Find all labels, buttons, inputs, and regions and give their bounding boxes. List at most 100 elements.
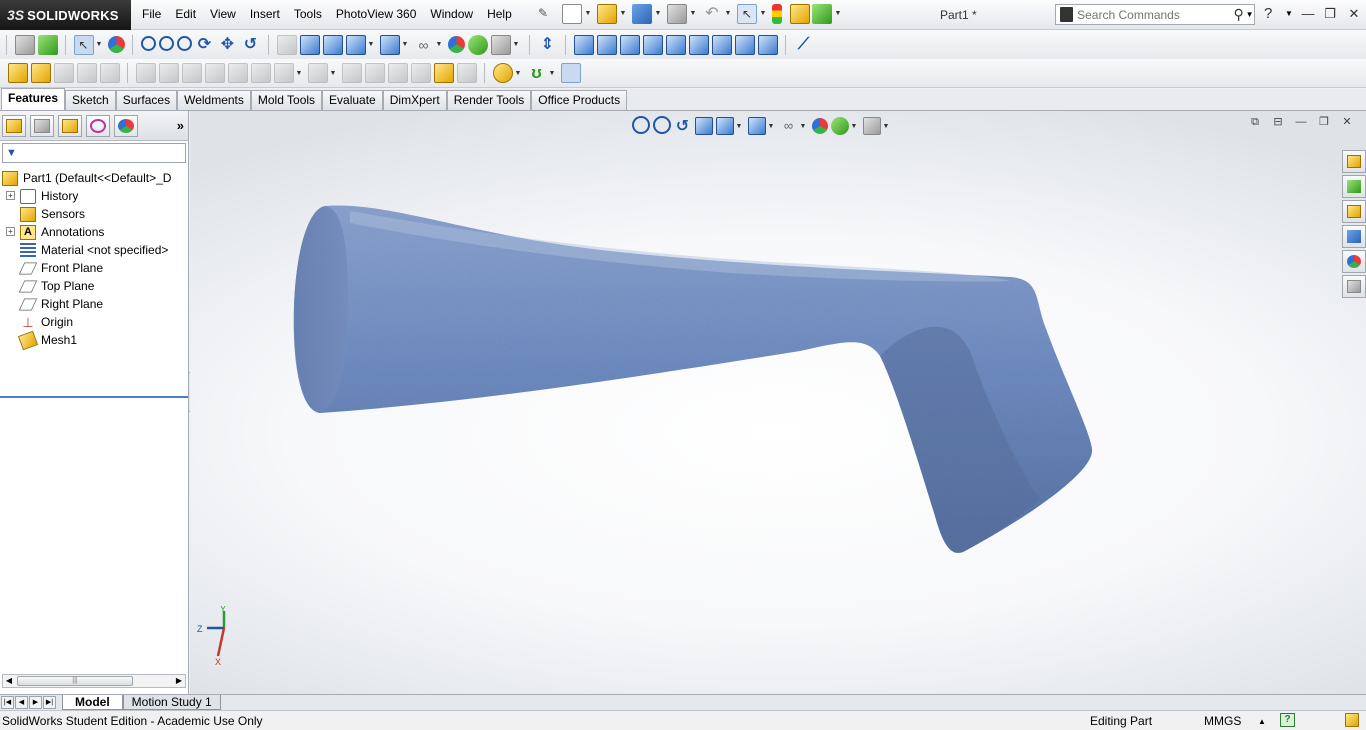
tree-item-history[interactable]: + History (0, 187, 188, 205)
menu-file[interactable]: File (142, 7, 161, 21)
view-orientation-icon[interactable] (345, 34, 366, 55)
hud-scene-icon[interactable] (830, 117, 849, 135)
filter-input[interactable] (20, 147, 185, 159)
viewport-close-icon[interactable]: ✕ (1338, 113, 1356, 131)
search-icon[interactable]: ⚲ (1232, 6, 1245, 23)
tab-mold-tools[interactable]: Mold Tools (250, 90, 323, 110)
hud-view-settings-dropdown-icon[interactable]: ▼ (882, 123, 890, 130)
select-icon[interactable]: ↖ (73, 34, 94, 55)
select-filter-dropdown-icon[interactable]: ▼ (95, 41, 103, 48)
hud-hide-show-icon[interactable]: ∞ (780, 117, 798, 135)
zoom-to-area-icon[interactable] (158, 35, 174, 51)
edit-appearance-icon[interactable] (447, 36, 465, 53)
viewport-minimize-icon[interactable]: — (1292, 113, 1310, 131)
configuration-manager-tab[interactable] (58, 114, 82, 137)
fillet-icon[interactable] (273, 63, 294, 83)
revolved-cut-icon[interactable] (181, 63, 202, 83)
last-tab-icon[interactable]: ▶| (43, 696, 56, 709)
tree-item-material[interactable]: Material <not specified> (0, 241, 188, 259)
extruded-boss-icon[interactable] (7, 63, 28, 83)
restore-icon[interactable]: ❐ (1321, 6, 1339, 22)
tree-item-sensors[interactable]: Sensors (0, 205, 188, 223)
tab-office-products[interactable]: Office Products (531, 90, 628, 110)
tree-item-annotations[interactable]: + A Annotations (0, 223, 188, 241)
help-icon[interactable]: ? (1264, 5, 1272, 22)
normal-to-icon[interactable]: ⇕ (538, 35, 558, 55)
search-input[interactable] (1077, 7, 1233, 22)
view-settings-dropdown-icon[interactable]: ▼ (512, 41, 520, 48)
undo-icon[interactable]: ↶ (702, 4, 722, 24)
front-view-icon[interactable] (573, 34, 594, 55)
print-icon[interactable] (667, 4, 687, 24)
view-orientation-dropdown-icon[interactable]: ▼ (367, 41, 375, 48)
tree-item-right-plane[interactable]: Right Plane (0, 295, 188, 313)
rebuild-status-icon[interactable] (1345, 713, 1359, 727)
trimetric-view-icon[interactable] (734, 34, 755, 55)
instant3d-icon[interactable] (560, 63, 581, 83)
tab-model[interactable]: Model (62, 695, 123, 710)
close-icon[interactable]: ✕ (1345, 6, 1363, 22)
view-settings-icon[interactable] (490, 34, 511, 55)
hud-section-view-icon[interactable] (694, 117, 713, 135)
next-tab-icon[interactable]: ▶ (29, 696, 42, 709)
zoom-to-fit-icon[interactable] (140, 35, 156, 51)
options-dropdown-icon[interactable]: ▼ (834, 4, 842, 24)
mesh-part-model[interactable] (190, 111, 1366, 694)
isometric-view-icon[interactable] (711, 34, 732, 55)
pin-menu-icon[interactable]: ✎ (538, 6, 552, 22)
dynamic-annotation-icon[interactable] (322, 34, 343, 55)
wrap-icon[interactable] (410, 63, 431, 83)
minimize-icon[interactable]: — (1299, 6, 1317, 22)
back-view-icon[interactable] (596, 34, 617, 55)
appearances-scenes-tab[interactable] (1342, 250, 1366, 273)
shell-icon[interactable] (387, 63, 408, 83)
hud-zoom-to-area-icon[interactable] (652, 115, 671, 134)
hole-wizard-icon[interactable] (158, 63, 179, 83)
swept-boss-icon[interactable] (53, 63, 74, 83)
scroll-left-icon[interactable]: ◀ (3, 675, 15, 687)
display-manager-tab[interactable] (114, 114, 138, 137)
right-view-icon[interactable] (642, 34, 663, 55)
view-palette-tab[interactable] (1342, 225, 1366, 248)
menu-tools[interactable]: Tools (294, 7, 322, 21)
expand-icon[interactable]: + (6, 227, 15, 236)
intersect-icon[interactable] (433, 63, 454, 83)
draft-icon[interactable] (364, 63, 385, 83)
scrollbar-thumb[interactable]: ||| (17, 676, 133, 686)
apply-scene-icon[interactable] (467, 34, 488, 55)
properties-icon[interactable] (14, 34, 35, 55)
rib-icon[interactable] (341, 63, 362, 83)
pan-icon[interactable]: ✥ (218, 35, 238, 55)
display-style-dropdown-icon[interactable]: ▼ (401, 41, 409, 48)
left-view-icon[interactable] (619, 34, 640, 55)
solidworks-logo[interactable]: 3S SOLIDWORKS (0, 0, 131, 30)
solidworks-resources-tab[interactable] (1342, 150, 1366, 173)
extruded-cut-icon[interactable] (135, 63, 156, 83)
fillet-dropdown-icon[interactable]: ▼ (295, 70, 303, 77)
feature-tree-tab[interactable] (2, 114, 26, 137)
hud-hide-show-dropdown-icon[interactable]: ▼ (799, 123, 807, 130)
tab-dimxpert[interactable]: DimXpert (382, 90, 447, 110)
help-dropdown-icon[interactable]: ▼ (1285, 9, 1293, 18)
file-explorer-tab[interactable] (1342, 200, 1366, 223)
menu-insert[interactable]: Insert (250, 7, 280, 21)
tree-item-origin[interactable]: ⊥ Origin (0, 313, 188, 331)
hud-scene-dropdown-icon[interactable]: ▼ (850, 123, 858, 130)
display-style-icon[interactable] (379, 34, 400, 55)
scroll-right-icon[interactable]: ▶ (173, 675, 185, 687)
menu-photoview[interactable]: PhotoView 360 (336, 7, 417, 21)
lofted-cut-icon[interactable] (227, 63, 248, 83)
search-dropdown-icon[interactable]: ▼ (1245, 10, 1254, 19)
curves-icon[interactable]: ʊ (527, 63, 547, 83)
boundary-boss-icon[interactable] (99, 63, 120, 83)
menu-view[interactable]: View (210, 7, 236, 21)
first-tab-icon[interactable]: |◀ (1, 696, 14, 709)
tree-horizontal-scrollbar[interactable]: ◀ ||| ▶ (2, 674, 186, 688)
open-folder-icon[interactable] (597, 4, 617, 24)
hud-appearance-icon[interactable] (811, 118, 828, 134)
tab-features[interactable]: Features (1, 88, 66, 110)
zoom-in-out-icon[interactable] (176, 35, 192, 51)
tab-sketch[interactable]: Sketch (65, 90, 116, 110)
tree-root-part[interactable]: Part1 (Default<<Default>_D (0, 169, 188, 187)
appearance-icon[interactable] (107, 36, 125, 53)
